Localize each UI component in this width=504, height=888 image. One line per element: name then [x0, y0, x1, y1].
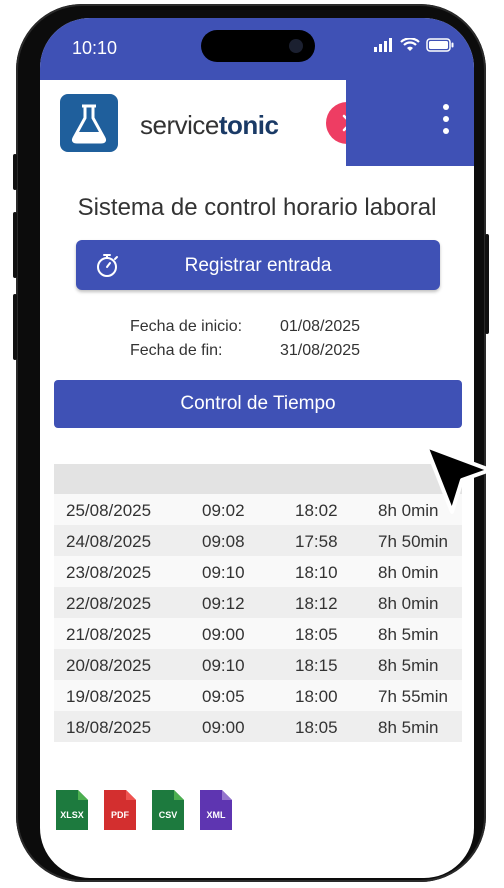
duration-cell: 8h 5min: [378, 656, 439, 675]
register-entry-button[interactable]: Registrar entrada: [76, 240, 440, 290]
start-date-value: 01/08/2025: [280, 318, 361, 335]
export-options: XLSX PDF CSV XML: [54, 788, 234, 832]
xlsx-file-icon[interactable]: XLSX: [54, 788, 90, 832]
wifi-icon: [400, 38, 420, 51]
table-row[interactable]: 25/08/2025 09:02 18:02 8h 0min: [54, 494, 462, 525]
page-title: Sistema de control horario laboral: [77, 194, 437, 221]
brand-name-light: service: [140, 110, 219, 140]
battery-icon: [426, 38, 454, 52]
brand-name-bold: tonic: [218, 110, 279, 140]
entry-time-cell: 09:10: [202, 656, 245, 675]
duration-cell: 7h 50min: [378, 532, 448, 551]
duration-cell: 7h 55min: [378, 687, 448, 706]
duration-cell: 8h 5min: [378, 625, 439, 644]
export-label: PDF: [111, 810, 130, 820]
header-menu-area: [346, 80, 474, 166]
volume-up-button: [13, 212, 17, 278]
status-icons: [374, 38, 454, 52]
start-date-label: Fecha de inicio:: [130, 318, 243, 335]
entry-time-cell: 09:10: [202, 563, 245, 582]
table-row[interactable]: 21/08/2025 09:00 18:05 8h 5min: [54, 618, 462, 649]
table-row[interactable]: 24/08/2025 09:08 17:58 7h 50min: [54, 525, 462, 556]
date-cell: 24/08/2025: [66, 532, 152, 551]
export-label: XML: [207, 810, 227, 820]
exit-time-cell: 18:05: [295, 718, 338, 737]
date-cell: 19/08/2025: [66, 687, 152, 706]
status-bar: 10:10: [40, 18, 474, 80]
exit-time-cell: 18:02: [295, 501, 338, 520]
duration-cell: 8h 0min: [378, 594, 439, 613]
pdf-file-icon[interactable]: PDF: [102, 788, 138, 832]
date-cell: 18/08/2025: [66, 718, 152, 737]
brand-logo: servicetonic: [140, 110, 279, 141]
entry-time-cell: 09:05: [202, 687, 245, 706]
app-header: servicetonic: [40, 80, 474, 166]
kebab-menu-icon[interactable]: [440, 104, 452, 144]
csv-file-icon[interactable]: CSV: [150, 788, 186, 832]
export-label: XLSX: [60, 810, 84, 820]
date-cell: 25/08/2025: [66, 501, 152, 520]
table-row[interactable]: 20/08/2025 09:10 18:15 8h 5min: [54, 649, 462, 680]
entry-time-cell: 09:12: [202, 594, 245, 613]
mouse-cursor-icon: [424, 444, 492, 514]
volume-down-button: [13, 294, 17, 360]
camera-icon: [289, 39, 303, 53]
status-time: 10:10: [72, 38, 118, 58]
xml-file-icon[interactable]: XML: [198, 788, 234, 832]
date-cell: 21/08/2025: [66, 625, 152, 644]
table-row[interactable]: 19/08/2025 09:05 18:00 7h 55min: [54, 680, 462, 711]
entry-time-cell: 09:02: [202, 501, 245, 520]
phone-screen: 10:10 servicetonic Sistema de control ho…: [40, 18, 474, 878]
mute-switch: [13, 154, 17, 190]
header-brand-area: servicetonic: [40, 80, 368, 166]
export-label: CSV: [159, 810, 178, 820]
exit-time-cell: 18:10: [295, 563, 338, 582]
table-row[interactable]: 23/08/2025 09:10 18:10 8h 0min: [54, 556, 462, 587]
date-cell: 22/08/2025: [66, 594, 152, 613]
power-button: [485, 234, 489, 334]
app-logo[interactable]: [60, 94, 118, 152]
period-info: Fecha de inicio: 01/08/2025 Fecha de fin:…: [130, 318, 430, 366]
exit-time-cell: 17:58: [295, 532, 338, 551]
table-body: 25/08/2025 09:02 18:02 8h 0min 24/08/2025 09…: [54, 494, 462, 742]
flask-icon: [71, 104, 107, 144]
exit-time-cell: 18:12: [295, 594, 338, 613]
register-entry-label: Registrar entrada: [184, 255, 332, 276]
duration-cell: 8h 0min: [378, 563, 439, 582]
date-cell: 20/08/2025: [66, 656, 152, 675]
table-header: [54, 464, 462, 494]
exit-time-cell: 18:00: [295, 687, 338, 706]
exit-time-cell: 18:15: [295, 656, 338, 675]
end-date-value: 31/08/2025: [280, 342, 361, 359]
entry-time-cell: 09:00: [202, 625, 245, 644]
date-cell: 23/08/2025: [66, 563, 152, 582]
duration-cell: 8h 5min: [378, 718, 439, 737]
time-control-button[interactable]: Control de Tiempo: [54, 380, 462, 428]
table-row[interactable]: 22/08/2025 09:12 18:12 8h 0min: [54, 587, 462, 618]
end-date-label: Fecha de fin:: [130, 342, 223, 359]
entry-time-cell: 09:00: [202, 718, 245, 737]
table-row[interactable]: 18/08/2025 09:00 18:05 8h 5min: [54, 711, 462, 742]
dynamic-island: [201, 30, 315, 62]
exit-time-cell: 18:05: [295, 625, 338, 644]
time-records-table: 25/08/2025 09:02 18:02 8h 0min 24/08/2025 09…: [54, 464, 462, 742]
signal-icon: [374, 38, 392, 52]
entry-time-cell: 09:08: [202, 532, 245, 551]
